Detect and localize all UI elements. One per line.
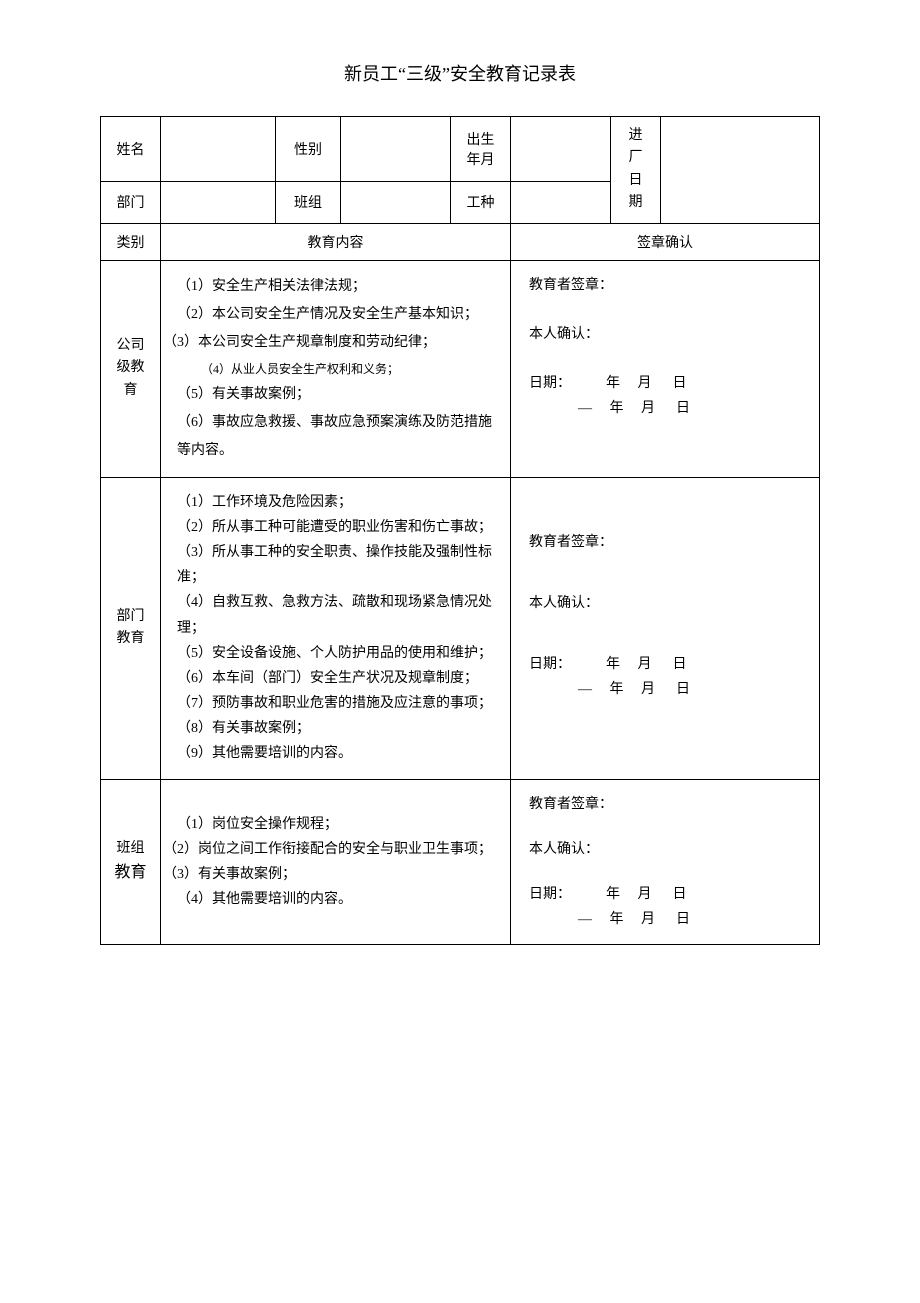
field-name[interactable] xyxy=(161,117,276,182)
level-company-content: （1）安全生产相关法律法规； （2）本公司安全生产情况及安全生产基本知识； （3… xyxy=(161,260,511,477)
label-entry-date: 进 厂 日 期 xyxy=(611,117,661,224)
level-company-label: 公司 级教 育 xyxy=(101,260,161,477)
level-dept-label: 部门 教育 xyxy=(101,477,161,779)
level-dept-sign[interactable]: 教育者签章： 本人确认： 日期： 年 月 日 — 年 月 日 xyxy=(511,477,820,779)
label-birth: 出生 年月 xyxy=(451,117,511,182)
record-table: 姓名 性别 出生 年月 进 厂 日 期 部门 班组 工种 类别 教育内容 签章确… xyxy=(100,116,820,945)
date-line2[interactable]: — 年 月 日 xyxy=(529,677,811,702)
page-title: 新员工“三级”安全教育记录表 xyxy=(100,60,820,86)
label-jobtype: 工种 xyxy=(451,181,511,223)
self-confirm[interactable]: 本人确认： xyxy=(529,837,811,862)
self-confirm[interactable]: 本人确认： xyxy=(529,591,811,616)
level-dept-content: （1）工作环境及危险因素； （2）所从事工种可能遭受的职业伤害和伤亡事故； （3… xyxy=(161,477,511,779)
field-dept[interactable] xyxy=(161,181,276,223)
date-line2[interactable]: — 年 月 日 xyxy=(529,907,811,932)
field-gender[interactable] xyxy=(341,117,451,182)
label-gender: 性别 xyxy=(276,117,341,182)
self-confirm[interactable]: 本人确认： xyxy=(529,322,811,347)
label-team: 班组 xyxy=(276,181,341,223)
date-line[interactable]: 日期： 年 月 日 xyxy=(529,371,811,396)
date-line[interactable]: 日期： 年 月 日 xyxy=(529,882,811,907)
field-team[interactable] xyxy=(341,181,451,223)
label-dept: 部门 xyxy=(101,181,161,223)
field-jobtype[interactable] xyxy=(511,181,611,223)
level-team-label: 班组 教育 xyxy=(101,779,161,945)
date-line2[interactable]: — 年 月 日 xyxy=(529,396,811,421)
field-birth[interactable] xyxy=(511,117,611,182)
label-name: 姓名 xyxy=(101,117,161,182)
level-company-sign[interactable]: 教育者签章： 本人确认： 日期： 年 月 日 — 年 月 日 xyxy=(511,260,820,477)
level-team-sign[interactable]: 教育者签章： 本人确认： 日期： 年 月 日 — 年 月 日 xyxy=(511,779,820,945)
level-team-content: （1）岗位安全操作规程； （2）岗位之间工作衔接配合的安全与职业卫生事项； （3… xyxy=(161,779,511,945)
date-line[interactable]: 日期： 年 月 日 xyxy=(529,652,811,677)
educator-sign[interactable]: 教育者签章： xyxy=(529,273,811,298)
label-content: 教育内容 xyxy=(161,223,511,260)
educator-sign[interactable]: 教育者签章： xyxy=(529,530,811,555)
label-sign: 签章确认 xyxy=(511,223,820,260)
label-category: 类别 xyxy=(101,223,161,260)
field-entry-date[interactable] xyxy=(661,117,820,224)
educator-sign[interactable]: 教育者签章： xyxy=(529,792,811,817)
